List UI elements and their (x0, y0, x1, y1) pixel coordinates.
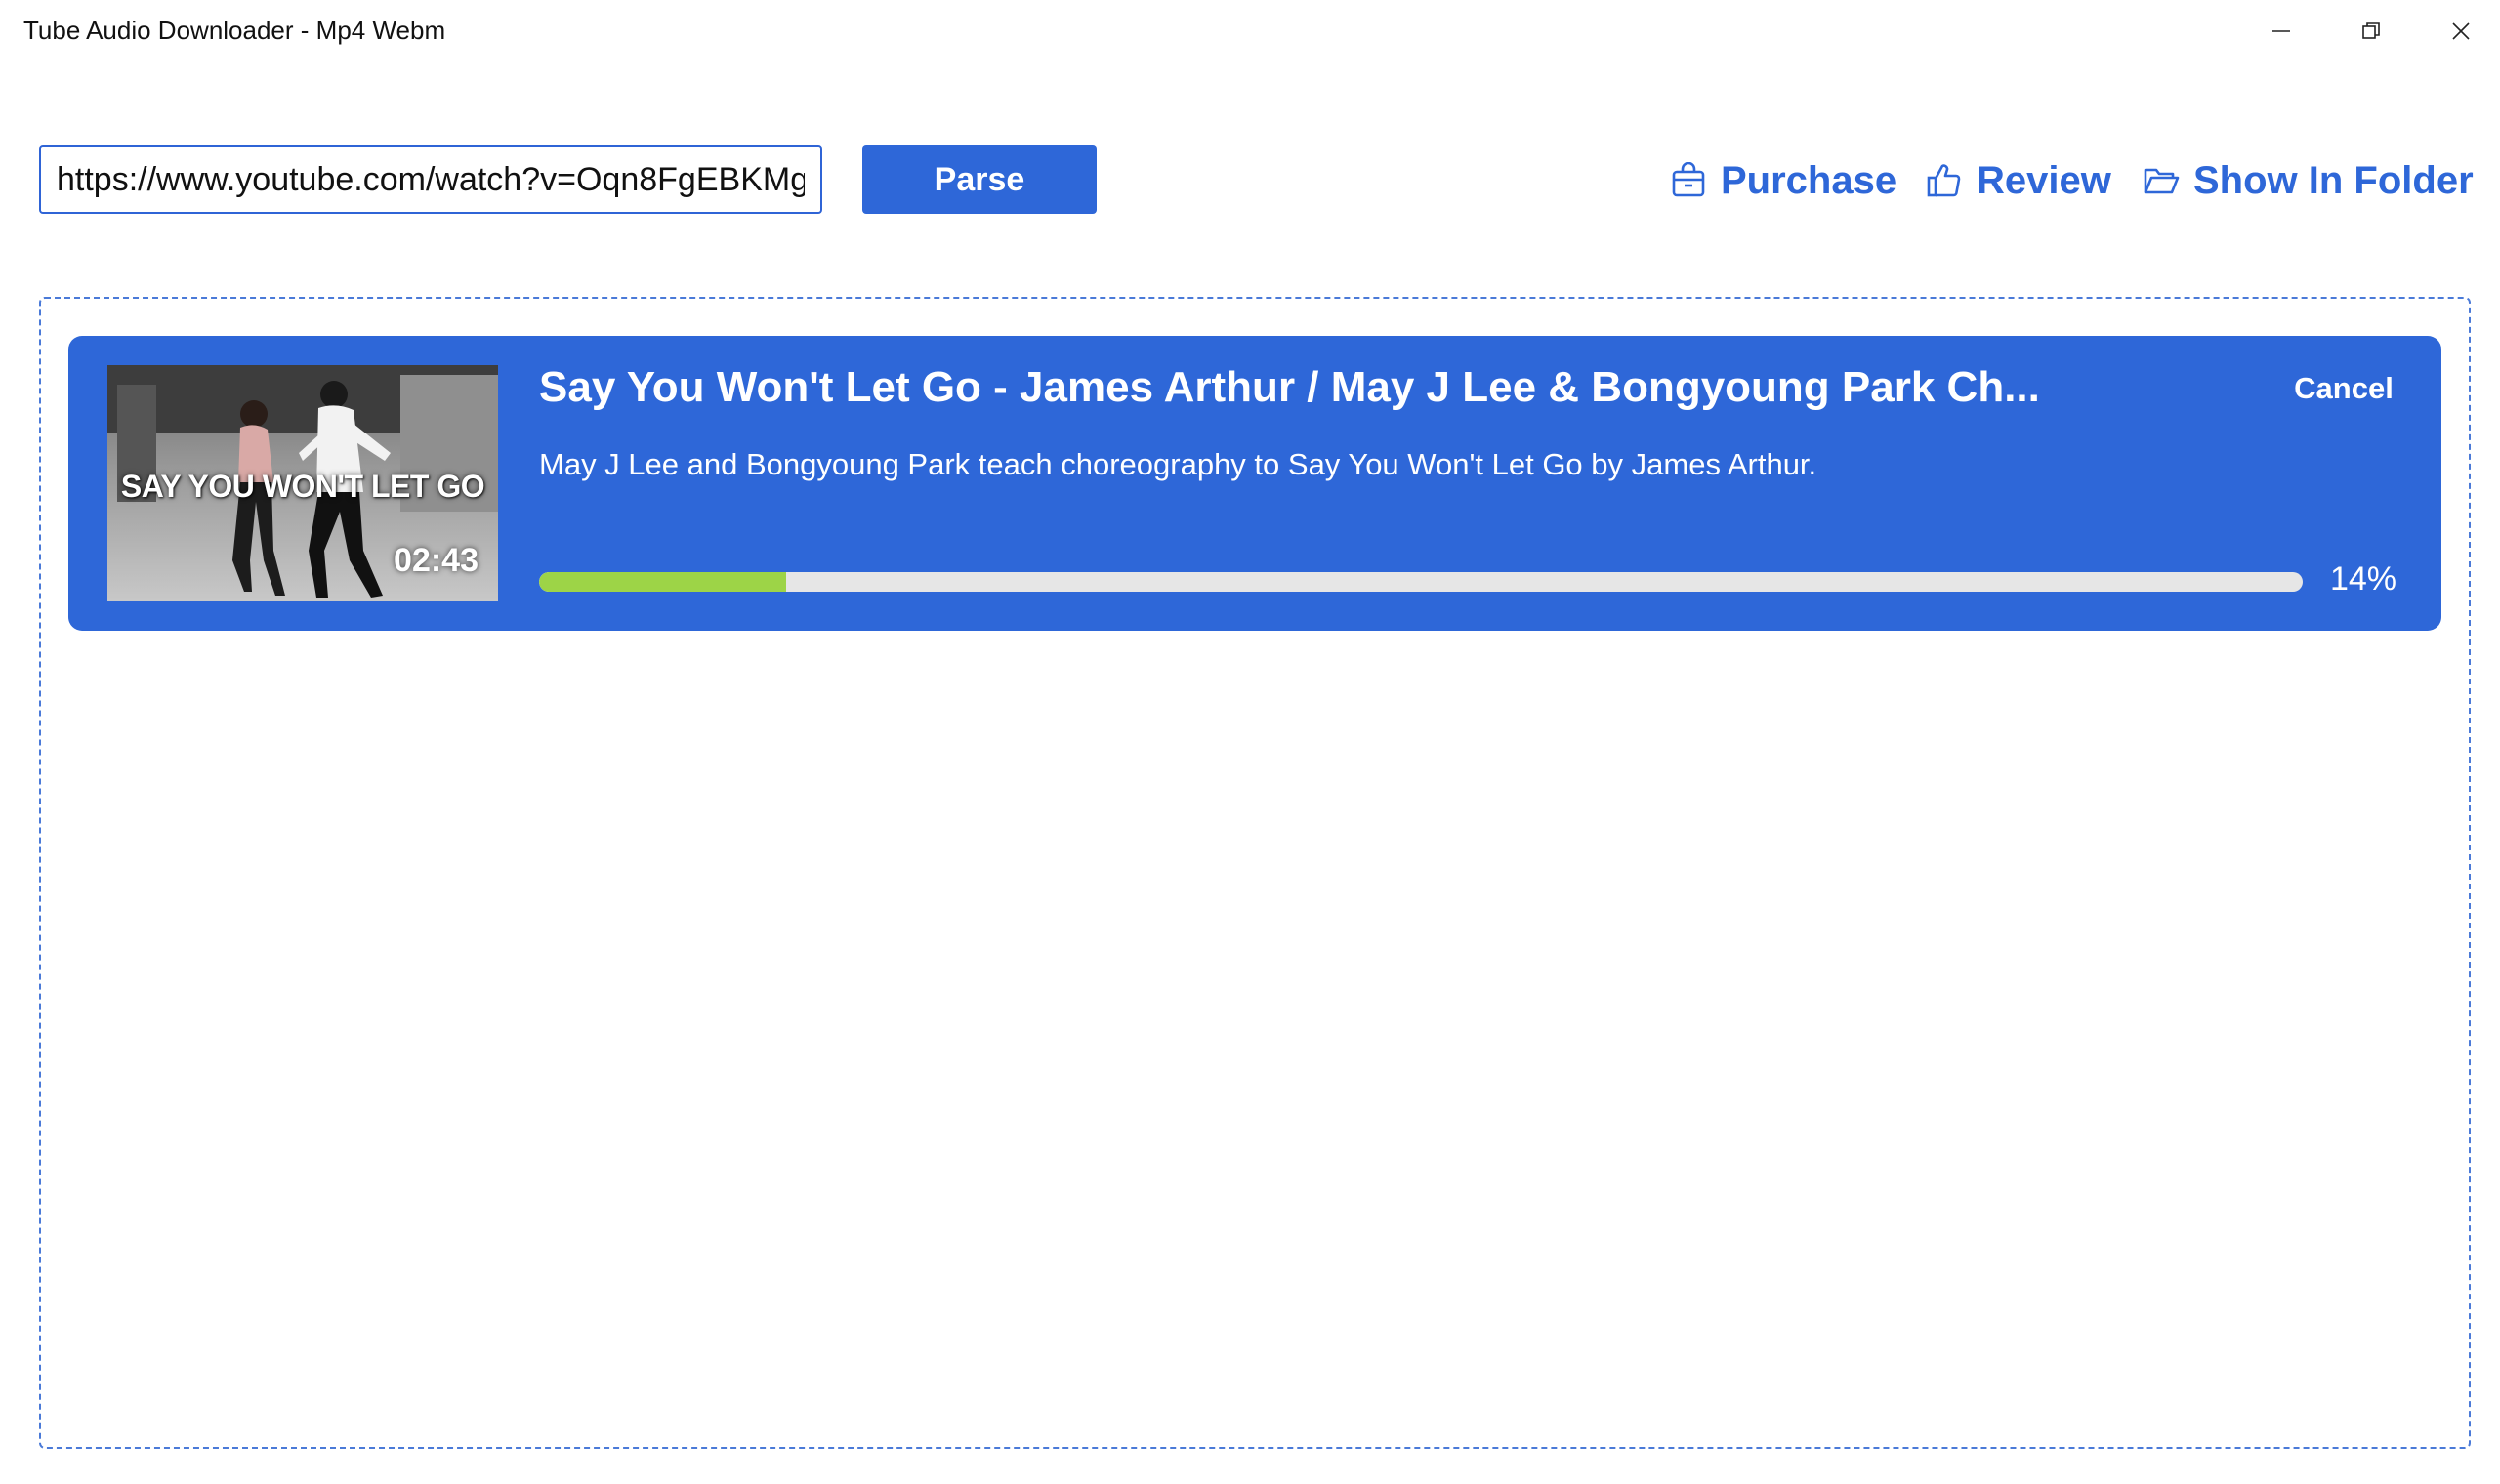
download-progress-bar (539, 572, 2303, 592)
download-progress-fill (539, 572, 786, 592)
purchase-label: Purchase (1721, 158, 1897, 202)
download-item-card: SAY YOU WON'T LET GO 02:43 Say You Won't… (68, 336, 2441, 631)
show-in-folder-link[interactable]: Show In Folder (2143, 156, 2474, 205)
review-link[interactable]: Review (1926, 156, 2111, 205)
purchase-link[interactable]: Purchase (1670, 156, 1896, 205)
download-progress-percent: 14% (2329, 560, 2397, 598)
parse-button[interactable]: Parse (862, 145, 1097, 214)
restore-icon (2362, 22, 2380, 39)
review-label: Review (1977, 158, 2111, 202)
video-title: Say You Won't Let Go - James Arthur / Ma… (539, 363, 2040, 411)
restore-button[interactable] (2326, 0, 2416, 62)
video-thumbnail: SAY YOU WON'T LET GO 02:43 (107, 365, 498, 601)
minimize-button[interactable] (2236, 0, 2326, 62)
title-bar: Tube Audio Downloader - Mp4 Webm (0, 0, 2500, 62)
video-duration: 02:43 (394, 542, 479, 579)
thumbs-up-icon (1927, 164, 1961, 197)
cancel-button[interactable]: Cancel (2285, 367, 2402, 410)
url-input[interactable] (39, 145, 822, 214)
show-in-folder-label: Show In Folder (2193, 158, 2474, 202)
video-description: May J Lee and Bongyoung Park teach chore… (539, 447, 1817, 481)
thumbnail-caption: SAY YOU WON'T LET GO (120, 469, 485, 504)
close-button[interactable] (2416, 0, 2500, 62)
folder-icon (2144, 168, 2180, 194)
minimize-icon (2272, 30, 2290, 32)
shopping-bag-icon (1672, 162, 1705, 197)
window-title: Tube Audio Downloader - Mp4 Webm (23, 16, 446, 45)
close-icon (2452, 22, 2470, 40)
app-window: Tube Audio Downloader - Mp4 Webm Parse (0, 0, 2500, 1484)
